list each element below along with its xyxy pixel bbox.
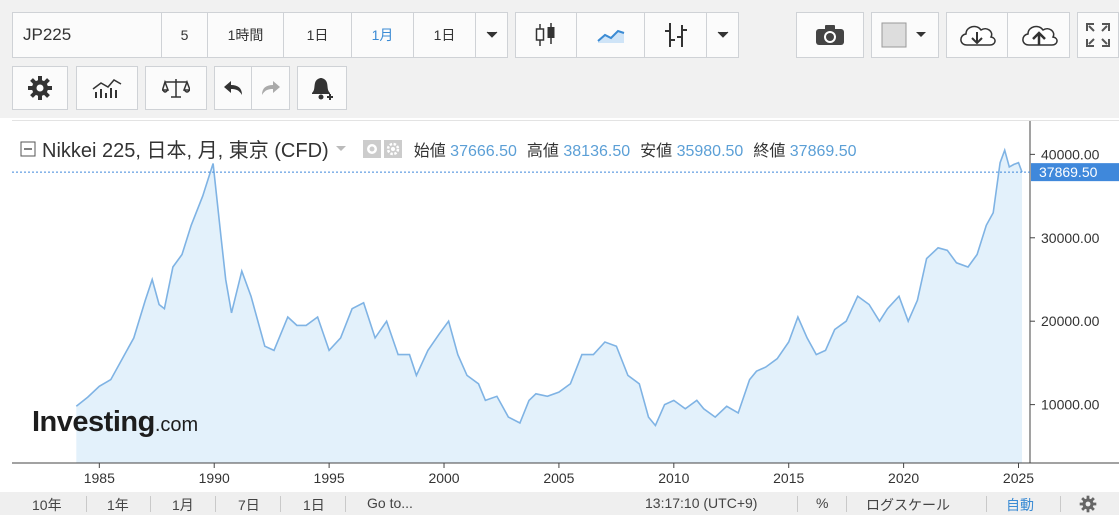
interval-dropdown-button[interactable]: 1日 bbox=[414, 12, 476, 58]
camera-icon bbox=[816, 25, 844, 45]
last-price-label: 37869.50 bbox=[1039, 164, 1098, 180]
log-scale-toggle[interactable]: ログスケール bbox=[866, 495, 950, 515]
chart-type-chevron-down-icon[interactable] bbox=[707, 12, 739, 58]
candlestick-chart-button[interactable] bbox=[515, 12, 577, 58]
x-tick-label: 2025 bbox=[1003, 470, 1034, 486]
scales-icon bbox=[162, 79, 190, 98]
low-label: 安値 bbox=[640, 142, 673, 160]
range-1m-button[interactable]: 1月 bbox=[172, 495, 194, 515]
ohlc-chart-button[interactable] bbox=[645, 12, 707, 58]
x-tick-label: 2005 bbox=[543, 470, 574, 486]
x-tick-label: 2000 bbox=[428, 470, 459, 486]
watermark-suffix: .com bbox=[154, 414, 199, 436]
y-tick-label: 30000.00 bbox=[1041, 230, 1100, 246]
instrument-title: Nikkei 225, 日本, 月, 東京 (CFD) bbox=[42, 140, 329, 162]
candlestick-icon bbox=[535, 23, 555, 46]
interval-1month-button[interactable]: 1月 bbox=[352, 12, 414, 58]
collapse-icon[interactable] bbox=[20, 141, 36, 157]
x-tick-label: 2010 bbox=[658, 470, 689, 486]
cloud-upload-icon bbox=[1021, 25, 1058, 46]
percent-toggle[interactable]: % bbox=[816, 495, 828, 511]
series-settings-icon[interactable] bbox=[383, 139, 402, 158]
goto-button[interactable]: Go to... bbox=[367, 495, 413, 511]
y-tick-label: 10000.00 bbox=[1041, 397, 1100, 413]
ohlc-bar-icon bbox=[664, 23, 687, 47]
open-value: 37666.50 bbox=[450, 142, 517, 160]
open-label: 始値 bbox=[413, 142, 446, 160]
interval-1h-label: 1時間 bbox=[227, 27, 264, 43]
symbol-label: JP225 bbox=[23, 25, 72, 44]
range-10y-button[interactable]: 10年 bbox=[32, 495, 62, 515]
indicators-icon bbox=[92, 79, 122, 98]
range-1d-button[interactable]: 1日 bbox=[303, 495, 325, 515]
high-value: 38136.50 bbox=[563, 142, 631, 160]
range-7d-button[interactable]: 7日 bbox=[238, 495, 260, 515]
x-tick-label: 1985 bbox=[84, 470, 115, 486]
interval-1d-label: 1日 bbox=[306, 27, 329, 43]
color-swatch-icon bbox=[881, 22, 926, 48]
add-alert-button[interactable] bbox=[297, 66, 347, 110]
interval-chevron-down-icon[interactable] bbox=[476, 12, 508, 58]
low-value: 35980.50 bbox=[676, 142, 744, 160]
fullscreen-button[interactable] bbox=[1077, 12, 1119, 58]
x-tick-label: 2015 bbox=[773, 470, 804, 486]
cloud-download-icon bbox=[960, 25, 996, 46]
redo-icon bbox=[261, 81, 280, 95]
y-tick-label: 40000.00 bbox=[1041, 146, 1100, 162]
interval-1month-label: 1月 bbox=[371, 27, 394, 43]
x-tick-label: 2020 bbox=[888, 470, 919, 486]
area-chart-icon bbox=[596, 29, 624, 43]
interval-1d-button[interactable]: 1日 bbox=[284, 12, 352, 58]
close-value: 37869.50 bbox=[789, 142, 857, 160]
compare-button[interactable] bbox=[145, 66, 207, 110]
chart-legend: Nikkei 225, 日本, 月, 東京 (CFD) 始値 37666.50 … bbox=[20, 134, 857, 163]
undo-button[interactable] bbox=[214, 66, 252, 110]
indicators-button[interactable] bbox=[76, 66, 138, 110]
color-picker-button[interactable] bbox=[871, 12, 939, 58]
bottom-toolbar: 10年 1年 1月 7日 1日 Go to... 13:17:10 (UTC+9… bbox=[0, 492, 1119, 515]
x-tick-label: 1995 bbox=[314, 470, 345, 486]
investing-watermark: Investing.com bbox=[32, 406, 198, 439]
area-chart-button[interactable] bbox=[577, 12, 645, 58]
symbol-input[interactable]: JP225 bbox=[12, 12, 162, 58]
download-button[interactable] bbox=[946, 12, 1008, 58]
interval-1h-button[interactable]: 1時間 bbox=[208, 12, 284, 58]
interval-5m-button[interactable]: 5 bbox=[162, 12, 208, 58]
visibility-icon[interactable] bbox=[362, 139, 381, 158]
interval-5m-label: 5 bbox=[180, 27, 189, 43]
bottom-settings-gear-icon[interactable] bbox=[1079, 495, 1097, 513]
watermark-brand: Investing bbox=[32, 406, 155, 438]
interval-dropdown-label: 1日 bbox=[433, 27, 456, 43]
title-chevron-down-icon[interactable] bbox=[335, 145, 347, 153]
high-label: 高値 bbox=[526, 142, 559, 160]
y-tick-label: 20000.00 bbox=[1041, 313, 1100, 329]
range-1y-button[interactable]: 1年 bbox=[107, 495, 129, 515]
redo-button[interactable] bbox=[252, 66, 290, 110]
bell-plus-icon bbox=[312, 78, 333, 100]
gear-icon bbox=[28, 76, 52, 100]
clock-display: 13:17:10 (UTC+9) bbox=[645, 495, 758, 511]
price-area-fill bbox=[76, 150, 1023, 463]
auto-scale-toggle[interactable]: 自動 bbox=[1006, 495, 1034, 515]
close-label: 終値 bbox=[753, 142, 786, 160]
undo-icon bbox=[224, 81, 242, 95]
expand-icon bbox=[1086, 23, 1110, 47]
screenshot-button[interactable] bbox=[796, 12, 864, 58]
settings-button[interactable] bbox=[12, 66, 68, 110]
x-tick-label: 1990 bbox=[199, 470, 230, 486]
upload-button[interactable] bbox=[1008, 12, 1070, 58]
